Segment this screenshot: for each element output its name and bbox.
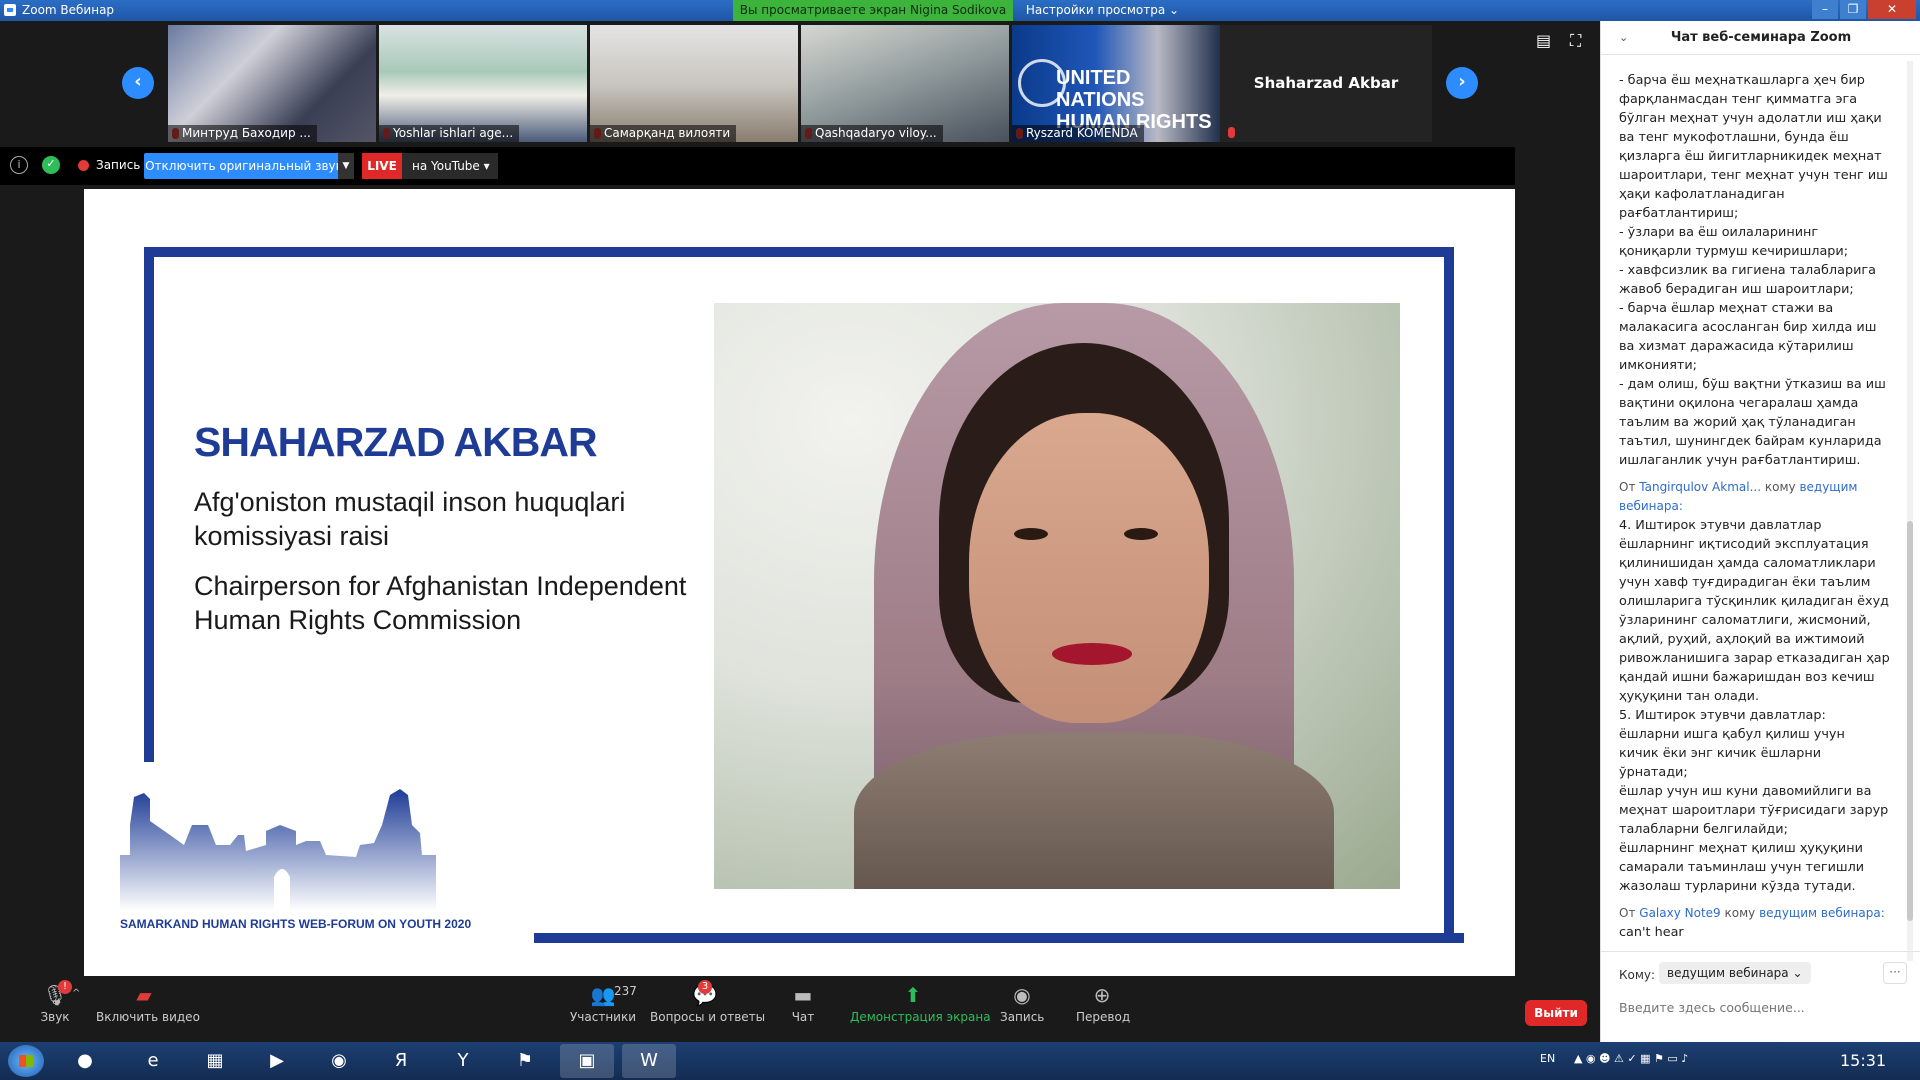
yandex-icon[interactable]: Я: [374, 1044, 428, 1078]
chat-message: 4. Иштирок этувчи давлатлар ёшларнинг иқт…: [1619, 518, 1890, 894]
view-options-dropdown[interactable]: Настройки просмотра ⌄: [1020, 0, 1185, 21]
chat-compose: Кому: ведущим вебинара ⌄ ···: [1601, 951, 1920, 1042]
chat-message-meta: От Tangirqulov Akmal... кому ведущим веб…: [1619, 480, 1858, 513]
yandex-browser-icon[interactable]: Y: [436, 1044, 490, 1078]
recipient-name: ведущим вебинара:: [1759, 906, 1885, 920]
maximize-button[interactable]: ❐: [1840, 0, 1866, 19]
disable-original-audio-button[interactable]: Отключить оригинальный звук: [144, 153, 344, 179]
record-button[interactable]: ◉ Запись: [1000, 982, 1044, 1024]
prev-participants-button[interactable]: ‹: [122, 67, 154, 99]
participant-tile[interactable]: Минтруд Баходир ...: [168, 25, 376, 142]
windows-taskbar: ● e ▦ ▶ ◉ Я Y ⚑ ▣ W EN ▲ ◉ ☻ ⚠ ✓ ▦ ⚑ ▭ ♪…: [0, 1042, 1920, 1080]
record-icon: ◉: [1013, 983, 1031, 1007]
to-label: Кому:: [1619, 968, 1656, 982]
chat-scrollbar[interactable]: [1907, 61, 1913, 961]
recording-dot-icon: [78, 160, 89, 171]
fullscreen-icon[interactable]: ⛶: [1570, 31, 1581, 51]
chat-message-input[interactable]: [1619, 1000, 1904, 1015]
chat-message-meta: От Galaxy Note9 кому ведущим вебинара:: [1619, 906, 1885, 920]
samarkand-skyline-logo: [120, 789, 436, 911]
chat-message: can't hear: [1619, 925, 1684, 940]
folder-icon[interactable]: ▦: [188, 1044, 242, 1078]
un-logo-text: UNITED NATIONS HUMAN RIGHTS: [1056, 67, 1212, 133]
minimize-button[interactable]: –: [1812, 0, 1838, 19]
chat-panel: ⌄ Чат веб-семинара Zoom - барча ёш меҳна…: [1600, 21, 1920, 1042]
slide-frame-left: [144, 247, 154, 762]
security-shield-icon[interactable]: ✓: [42, 156, 60, 174]
meeting-area: ‹ Минтруд Баходир ... Yoshlar ishlari ag…: [0, 21, 1600, 1042]
participants-count: 237: [614, 984, 637, 998]
sender-name[interactable]: Tangirqulov Akmal...: [1639, 480, 1761, 494]
chat-title: Чат веб-семинара Zoom: [1670, 30, 1852, 45]
sender-name[interactable]: Galaxy Note9: [1639, 906, 1720, 920]
participant-tile[interactable]: Yoshlar ishlari age...: [379, 25, 587, 142]
next-participants-button[interactable]: ›: [1446, 67, 1478, 99]
participant-name: Yoshlar ishlari age...: [379, 125, 520, 142]
shared-screen: SHAHARZAD AKBAR Afg'oniston mustaqil ins…: [84, 189, 1515, 986]
start-button[interactable]: [8, 1045, 44, 1077]
chat-button[interactable]: ▬ Чат: [780, 982, 826, 1024]
recording-bar: i ✓ Запись Отключить оригинальный звук ▼…: [0, 147, 1515, 185]
audio-options-chevron[interactable]: ^: [72, 988, 80, 999]
qa-count-badge: 3: [698, 980, 712, 994]
close-window-button[interactable]: ✕: [1868, 0, 1916, 19]
participant-tile[interactable]: UNITED NATIONS HUMAN RIGHTS Ryszard KOME…: [1012, 25, 1220, 142]
chat-messages: - барча ёш меҳнаткашларга ҳеч бир фарқлан…: [1619, 71, 1904, 951]
window-title: Zoom Вебинар: [22, 3, 115, 17]
forum-title: SAMARKAND HUMAN RIGHTS WEB-FORUM ON YOUT…: [120, 917, 472, 931]
video-off-icon: ▰: [136, 983, 152, 1007]
active-speaker-name: Shaharzad Akbar: [1253, 74, 1399, 92]
recipient-select[interactable]: ведущим вебинара ⌄: [1659, 962, 1811, 984]
share-screen-button[interactable]: ⬆ Демонстрация экрана: [850, 982, 991, 1024]
live-badge: LIVE: [362, 153, 402, 179]
participant-name: Qashqadaryo viloy...: [801, 125, 943, 142]
interpretation-button[interactable]: ⊕ Перевод: [1076, 982, 1130, 1024]
meeting-toolbar: 🎙 ! Звук ^ ▰ Включить видео 👥 237 Участн…: [0, 976, 1600, 1042]
qa-button[interactable]: 💬 3 Вопросы и ответы: [650, 980, 765, 1024]
muted-mic-icon: [1228, 127, 1235, 138]
participants-button[interactable]: 👥 237 Участники: [566, 982, 640, 1024]
speaker-title-en: Chairperson for Afghanistan Independent …: [194, 571, 687, 635]
youtube-stream-dropdown[interactable]: на YouTube ▾: [402, 153, 498, 179]
participant-name: Минтруд Баходир ...: [168, 125, 317, 142]
participant-name: Самарқанд вилояти: [590, 125, 737, 142]
system-clock[interactable]: 15:31: [1840, 1051, 1886, 1070]
ie-icon[interactable]: e: [126, 1044, 180, 1078]
chat-header: ⌄ Чат веб-семинара Zoom: [1601, 21, 1920, 55]
active-speaker-tile[interactable]: Shaharzad Akbar: [1220, 25, 1432, 142]
layout-icon[interactable]: ▤: [1536, 31, 1551, 50]
start-video-button[interactable]: ▰ Включить видео: [96, 982, 200, 1024]
speaker-portrait: [714, 303, 1400, 889]
zoom-icon[interactable]: ▣: [560, 1044, 614, 1078]
chat-message: - барча ёш меҳнаткашларга ҳеч бир фарқлан…: [1619, 73, 1888, 468]
language-indicator[interactable]: EN: [1540, 1052, 1555, 1065]
info-icon[interactable]: i: [10, 156, 28, 174]
word-icon[interactable]: W: [622, 1044, 676, 1078]
zoom-app-icon: [4, 4, 16, 16]
audio-warning-badge: !: [58, 980, 72, 994]
globe-icon: ⊕: [1093, 983, 1111, 1007]
tray-icons[interactable]: ▲ ◉ ☻ ⚠ ✓ ▦ ⚑ ▭ ♪: [1574, 1052, 1688, 1065]
more-options-button[interactable]: ···: [1883, 962, 1907, 984]
video-strip: ‹ Минтруд Баходир ... Yoshlar ishlari ag…: [0, 21, 1600, 143]
participant-name: Ryszard KOMENDA: [1012, 125, 1144, 142]
pdf-icon[interactable]: ⚑: [498, 1044, 552, 1078]
screen-share-banner: Вы просматриваете экран Nigina Sodikova: [733, 0, 1013, 21]
media-icon[interactable]: ▶: [250, 1044, 304, 1078]
chat-icon: ▬: [793, 983, 813, 1007]
participant-tile[interactable]: Самарқанд вилояти: [590, 25, 798, 142]
share-screen-icon: ⬆: [904, 983, 922, 1007]
recording-label: Запись: [96, 158, 141, 172]
participant-tile[interactable]: Qashqadaryo viloy...: [801, 25, 1009, 142]
speaker-title-uz: Afg'oniston mustaqil inson huquqlari kom…: [194, 487, 626, 551]
chrome-icon[interactable]: ◉: [312, 1044, 366, 1078]
browser-icon[interactable]: ●: [58, 1044, 112, 1078]
speaker-name-heading: SHAHARZAD AKBAR: [194, 419, 598, 465]
audio-dropdown-button[interactable]: ▼: [338, 153, 354, 179]
slide-frame-bottom: [534, 933, 1464, 943]
leave-button[interactable]: Выйти: [1525, 1000, 1587, 1026]
